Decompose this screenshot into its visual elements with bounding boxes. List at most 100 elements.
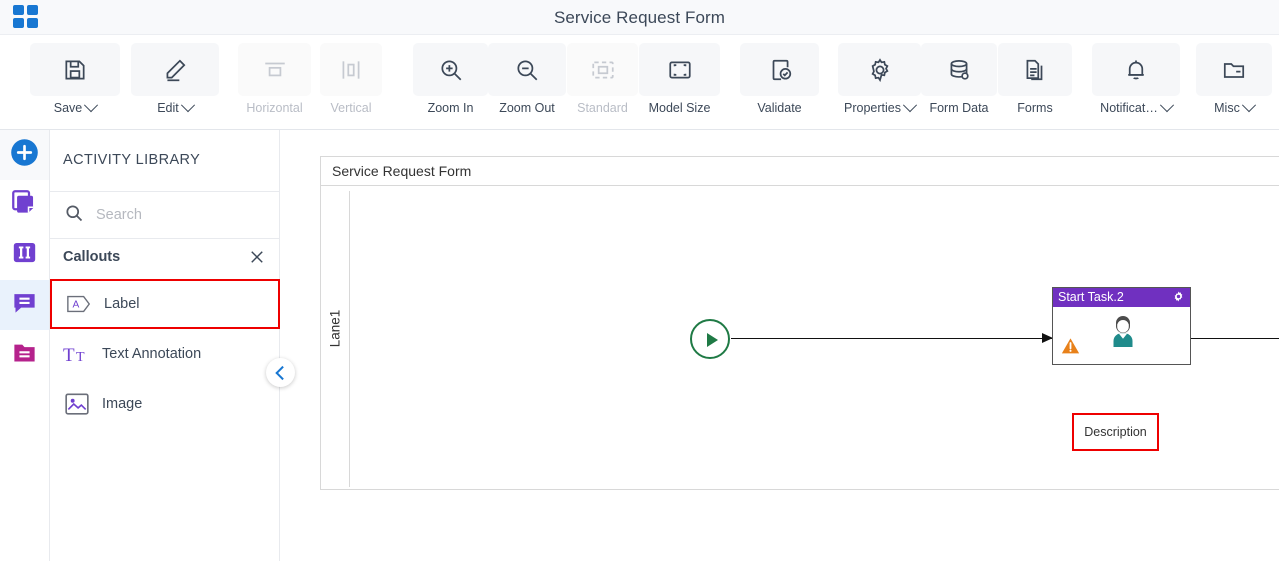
title-bar: Service Request Form — [0, 0, 1279, 35]
rail-item-templates[interactable] — [0, 180, 49, 230]
rail-item-data[interactable] — [0, 330, 49, 380]
forms-icon — [998, 43, 1072, 96]
user-task-icon — [1108, 314, 1138, 353]
toolbar-label: Horizontal — [238, 101, 311, 115]
toolbar-button-vertical[interactable]: Vertical — [320, 43, 382, 121]
lane-body: Start Task.2 Description — [350, 191, 1279, 487]
save-icon — [30, 43, 120, 96]
toolbar-label-text: Zoom In — [427, 101, 474, 115]
panel-collapse-button[interactable] — [266, 358, 295, 387]
close-icon[interactable] — [248, 248, 266, 266]
toolbar-label: Zoom Out — [488, 101, 566, 115]
image-icon — [63, 390, 91, 418]
search-row[interactable] — [50, 192, 280, 238]
chevron-left-icon — [274, 365, 289, 380]
toolbar-label: Properties — [838, 98, 921, 115]
lane: Lane1 Start Task.2 Description — [321, 186, 1279, 491]
toolbar-button-properties[interactable]: Properties — [838, 43, 921, 121]
toolbar-label: Validate — [740, 101, 819, 115]
warning-icon[interactable] — [1061, 337, 1080, 360]
task-node[interactable]: Start Task.2 — [1052, 287, 1191, 365]
svg-text:T: T — [76, 350, 85, 365]
play-triangle-icon — [707, 333, 718, 347]
toolbar-button-standard[interactable]: Standard — [567, 43, 638, 121]
pool[interactable]: Service Request Form Lane1 Start Task.2 … — [320, 156, 1279, 490]
activity-library-panel: ACTIVITY LIBRARY Callouts — [50, 130, 280, 561]
toolbar-button-zoom-out[interactable]: Zoom Out — [488, 43, 566, 121]
toolbar-button-form-data[interactable]: Form Data — [921, 43, 997, 121]
library-item-label-text: Text Annotation — [102, 346, 202, 362]
rail-item-callouts[interactable] — [0, 280, 49, 330]
validate-icon — [740, 43, 819, 96]
library-item-label[interactable]: A Label — [50, 279, 280, 329]
form-data-icon — [921, 43, 997, 96]
toolbar-label-text: Model Size — [648, 101, 711, 115]
toolbar-label-text: Edit — [157, 101, 179, 115]
label-tag-icon: A — [65, 290, 93, 318]
chevron-down-icon — [902, 98, 918, 113]
gear-icon[interactable] — [1172, 290, 1185, 308]
library-item-image[interactable]: Image — [50, 379, 280, 429]
toolbar-label: Zoom In — [413, 101, 488, 115]
toolbar-label-text: Properties — [844, 101, 901, 115]
model-size-icon — [639, 43, 720, 96]
chevron-down-icon — [1241, 98, 1256, 113]
task-title: Start Task.2 — [1058, 290, 1124, 304]
diagram-canvas[interactable]: Service Request Form Lane1 Start Task.2 … — [300, 130, 1279, 561]
columns-icon — [11, 239, 38, 271]
toolbar-label: Notificat… — [1092, 98, 1180, 115]
toolbar-label-text: Save — [53, 101, 83, 115]
copy-pages-icon — [11, 189, 38, 221]
toolbar-label-text: Validate — [757, 101, 802, 115]
toolbar-label-text: Forms — [1017, 101, 1053, 115]
lane-title: Lane1 — [327, 309, 343, 348]
group-header-callouts: Callouts — [50, 239, 280, 279]
text-annotation-icon: T T — [63, 340, 91, 368]
zoom-out-icon — [488, 43, 566, 96]
lane-header[interactable]: Lane1 — [321, 191, 350, 487]
toolbar-button-notifications[interactable]: Notificat… — [1092, 43, 1180, 121]
toolbar-button-validate[interactable]: Validate — [740, 43, 819, 121]
toolbar-button-misc[interactable]: Misc — [1196, 43, 1272, 121]
chevron-down-icon — [180, 98, 195, 113]
bell-icon — [1092, 43, 1180, 96]
search-icon — [64, 203, 84, 228]
toolbar-button-horizontal[interactable]: Horizontal — [238, 43, 311, 121]
toolbar-label: Vertical — [320, 101, 382, 115]
toolbar-label: Standard — [567, 101, 638, 115]
search-input[interactable] — [94, 206, 258, 224]
group-name: Callouts — [63, 249, 121, 265]
library-item-text-annotation[interactable]: T T Text Annotation — [50, 329, 280, 379]
description-callout[interactable]: Description — [1072, 413, 1159, 451]
toolbar-label: Edit — [131, 98, 219, 115]
plus-circle-icon — [10, 138, 39, 172]
toolbar-label-text: Form Data — [929, 101, 989, 115]
sequence-flow-1[interactable] — [731, 333, 1053, 343]
toolbar-button-forms[interactable]: Forms — [998, 43, 1072, 121]
toolbar-label-text: Misc — [1214, 101, 1240, 115]
toolbar-label: Forms — [998, 101, 1072, 115]
horizontal-icon — [238, 43, 311, 96]
toolbar-label: Misc — [1196, 98, 1272, 115]
toolbar-button-save[interactable]: Save — [30, 43, 120, 121]
toolbar-button-zoom-in[interactable]: Zoom In — [413, 43, 488, 121]
library-item-label-text: Label — [104, 296, 140, 312]
toolbar-button-edit[interactable]: Edit — [131, 43, 219, 121]
toolbar-label: Form Data — [921, 101, 997, 115]
page-title: Service Request Form — [553, 8, 726, 27]
toolbar-label-text: Standard — [577, 101, 628, 115]
edit-pencil-icon — [131, 43, 219, 96]
toolbar-label-text: Horizontal — [246, 101, 303, 115]
start-event[interactable] — [690, 319, 730, 359]
rail-item-swimlanes[interactable] — [0, 230, 49, 280]
toolbar-label: Save — [30, 98, 120, 115]
toolbar-label: Model Size — [639, 101, 720, 115]
task-header: Start Task.2 — [1053, 288, 1190, 307]
toolbar-label-text: Vertical — [330, 101, 372, 115]
left-icon-rail — [0, 130, 50, 561]
rail-item-add[interactable] — [0, 130, 49, 180]
toolbar-button-model-size[interactable]: Model Size — [639, 43, 720, 121]
standard-icon — [567, 43, 638, 96]
sequence-flow-2[interactable] — [1191, 338, 1279, 339]
toolbar-label-text: Zoom Out — [499, 101, 555, 115]
